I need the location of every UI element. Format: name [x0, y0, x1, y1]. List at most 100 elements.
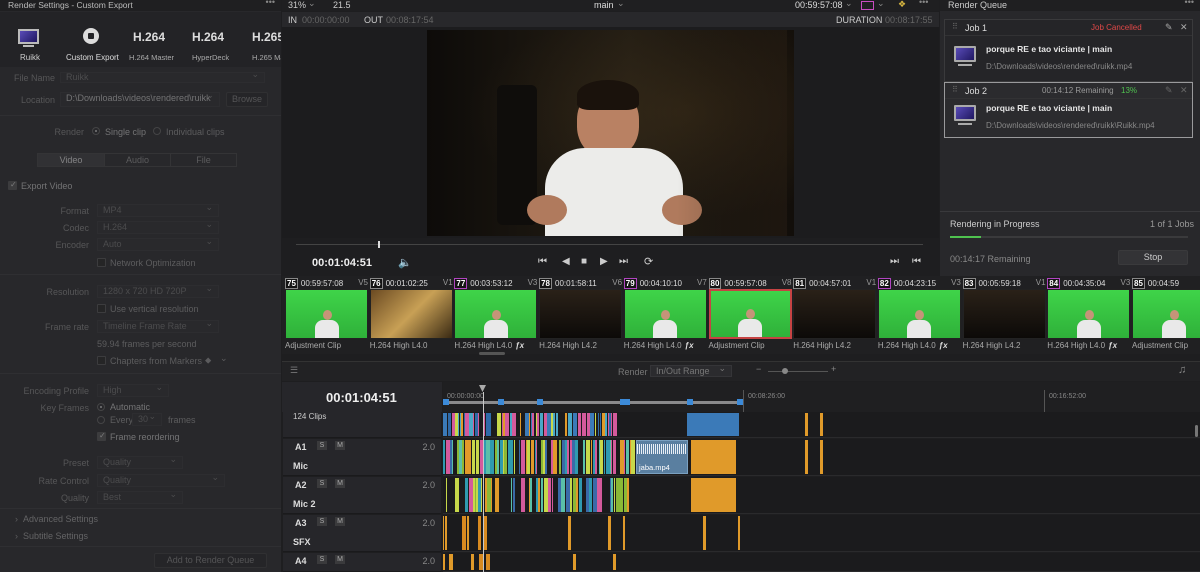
timeline-clip[interactable]	[575, 440, 578, 474]
timeline-clip[interactable]	[476, 440, 479, 474]
timeline-clip[interactable]	[486, 554, 490, 570]
mute-button[interactable]: M	[335, 517, 345, 526]
timeline-marker[interactable]	[687, 399, 693, 405]
job-1-card[interactable]: ⠿ Job 1 Job Cancelled ✎ ✕ porque RE e ta…	[944, 19, 1193, 82]
timeline-clip[interactable]	[462, 516, 466, 550]
timeline-clip[interactable]	[490, 440, 494, 474]
preset-custom-export[interactable]: Custom Export	[60, 16, 122, 64]
timeline-clip[interactable]	[511, 478, 512, 512]
clip-thumbnail[interactable]: 75 00:59:57:08 V5 Adjustment Clip	[285, 278, 369, 352]
stop-render-button[interactable]: Stop	[1118, 250, 1188, 265]
timeline-clip[interactable]	[568, 516, 571, 550]
add-to-render-queue-button[interactable]: Add to Render Queue	[154, 553, 267, 568]
timeline-clip[interactable]	[691, 440, 736, 474]
timeline-clip[interactable]	[583, 440, 585, 474]
mute-button[interactable]: M	[335, 555, 345, 564]
clip-thumbnail[interactable]: 83 00:05:59:18 V1 H.264 High L4.2	[962, 278, 1047, 352]
timeline-clip[interactable]	[531, 440, 534, 474]
timeline-vscrollbar[interactable]	[1195, 425, 1198, 437]
scrubber-playhead[interactable]	[377, 241, 380, 248]
volume-icon[interactable]: 🔈	[398, 256, 412, 269]
clip-thumbnail[interactable]: 77 00:03:53:12 V3 H.264 High L4.0 ƒx	[454, 278, 538, 352]
single-clip-radio[interactable]	[92, 127, 100, 135]
video-format-icon[interactable]	[861, 1, 874, 10]
out-marker[interactable]	[624, 399, 630, 405]
jump-end-icon[interactable]: ⏭	[619, 256, 628, 267]
solo-button[interactable]: S	[317, 441, 327, 450]
viewer-scrubber[interactable]	[296, 241, 923, 248]
timeline-clip[interactable]	[600, 440, 603, 474]
timeline-clip[interactable]	[504, 440, 507, 474]
timeline-clip[interactable]	[595, 413, 596, 436]
format-chevron-icon[interactable]: ⌄	[877, 0, 885, 9]
timeline-clip[interactable]	[521, 440, 525, 474]
timeline-clip[interactable]	[465, 478, 468, 512]
delete-job-icon[interactable]: ✕	[1180, 22, 1188, 33]
solo-button[interactable]: S	[317, 479, 327, 488]
timeline-clip[interactable]	[520, 413, 521, 436]
timeline-clip[interactable]	[545, 440, 547, 474]
timeline-clip[interactable]	[495, 478, 499, 512]
play-icon[interactable]: ▶	[600, 256, 608, 267]
timeline-clip[interactable]	[561, 478, 565, 512]
prev-clip-icon[interactable]: ⏭	[890, 256, 899, 267]
timeline-clip[interactable]	[613, 413, 617, 436]
timeline-clip[interactable]	[570, 478, 572, 512]
network-optimization-checkbox[interactable]	[97, 258, 106, 267]
preset-h265-master[interactable]: H.265 H.265 Mas	[250, 16, 281, 64]
timeline-clip[interactable]	[805, 440, 808, 474]
timeline-clip[interactable]	[614, 440, 616, 474]
zoom-chevron-icon[interactable]: ⌄	[308, 0, 316, 9]
in-marker[interactable]	[443, 399, 449, 405]
keyframes-auto-radio[interactable]	[97, 403, 105, 411]
clip-thumbnail[interactable]: 78 00:01:58:11 V6 H.264 High L4.2	[539, 278, 623, 352]
timeline-clip[interactable]	[553, 440, 557, 474]
loop-icon[interactable]: ⟳	[644, 255, 653, 268]
timeline-clip[interactable]	[443, 516, 444, 550]
timeline-clip[interactable]	[484, 516, 487, 550]
file-name-input[interactable]: Ruikk	[60, 70, 265, 83]
timeline-clip[interactable]	[519, 440, 520, 474]
quality-select[interactable]: Best	[97, 489, 183, 504]
timeline-name[interactable]: main	[594, 0, 614, 10]
timeline-clip[interactable]	[738, 516, 740, 550]
timeline-clip[interactable]	[805, 413, 808, 436]
timeline-clip[interactable]	[573, 413, 577, 436]
edit-pencil-icon[interactable]: ✎	[1165, 22, 1173, 33]
timeline-clip[interactable]	[631, 440, 635, 474]
timeline-clip[interactable]	[623, 516, 625, 550]
timeline-clip[interactable]	[553, 413, 555, 436]
chapters-checkbox[interactable]	[97, 356, 106, 365]
timeline-clip[interactable]	[820, 413, 823, 436]
timeline-clip[interactable]	[445, 516, 447, 550]
timeline-clip[interactable]	[536, 440, 537, 474]
timeline-options-icon[interactable]: ☰	[290, 365, 298, 376]
timeline-chevron-icon[interactable]: ⌄	[617, 0, 625, 9]
more-options-icon[interactable]: •••	[266, 0, 275, 7]
frame-reordering-checkbox[interactable]	[97, 431, 106, 441]
clip-thumbnail[interactable]: 84 00:04:35:04 V3 H.264 High L4.0 ƒx	[1047, 278, 1131, 352]
solo-button[interactable]: S	[317, 555, 327, 564]
timeline-clip[interactable]	[452, 440, 453, 474]
video-frame[interactable]	[427, 30, 794, 236]
timeline-clip[interactable]	[626, 440, 629, 474]
stop-icon[interactable]: ■	[581, 256, 587, 267]
subtitle-settings-label[interactable]: Subtitle Settings	[23, 531, 88, 541]
music-note-icon[interactable]: ♫	[1178, 364, 1186, 376]
timeline-clip[interactable]	[467, 516, 469, 550]
location-input[interactable]: D:\Downloads\videos\rendered\ruikk	[60, 90, 220, 107]
timeline-clip[interactable]	[530, 478, 532, 512]
timeline-clip[interactable]	[462, 440, 464, 474]
timeline-clip[interactable]	[532, 413, 534, 436]
timeline-clip[interactable]	[458, 413, 459, 436]
timeline-clip[interactable]	[567, 440, 569, 474]
timeline-zoom-handle[interactable]	[782, 368, 788, 374]
individual-clips-radio[interactable]	[153, 127, 161, 135]
tab-video[interactable]: Video	[38, 154, 104, 166]
timeline-clip[interactable]	[576, 478, 578, 512]
timeline-clip[interactable]	[552, 478, 553, 512]
timeline-clip[interactable]	[568, 413, 572, 436]
timeline-clip[interactable]	[600, 413, 601, 436]
color-scope-icon[interactable]: ❖	[898, 0, 906, 10]
timeline-clip[interactable]	[497, 413, 501, 436]
